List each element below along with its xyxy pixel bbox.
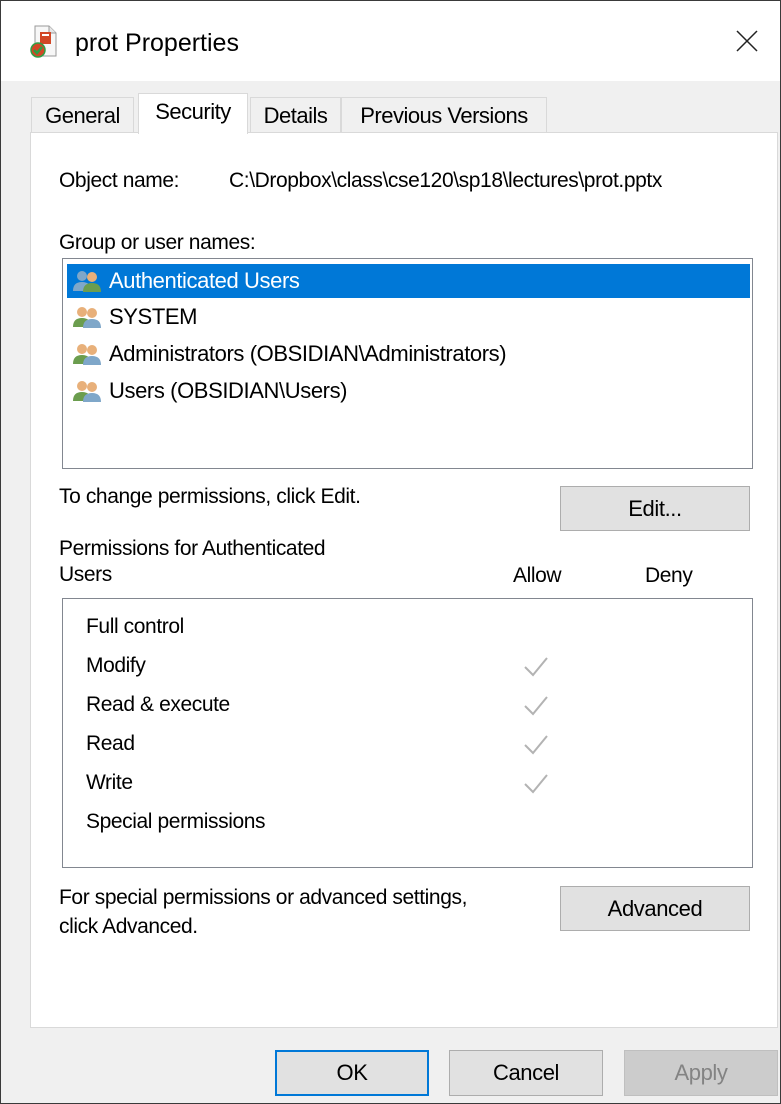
- user-list[interactable]: Authenticated Users SYSTEM Administrator…: [62, 258, 753, 469]
- permission-read-execute: Read & execute: [86, 693, 230, 716]
- permissions-header-line1: Permissions for Authenticated: [59, 537, 326, 560]
- permission-write: Write: [86, 771, 133, 794]
- tab-previous-versions[interactable]: Previous Versions: [341, 97, 547, 133]
- user-name: Administrators (OBSIDIAN\Administrators): [109, 341, 507, 366]
- pptx-file-icon: [30, 25, 57, 58]
- tab-details[interactable]: Details: [250, 97, 341, 133]
- tab-strip: General Security Details Previous Versio…: [31, 93, 780, 134]
- cancel-button[interactable]: Cancel: [449, 1050, 603, 1096]
- users-group-icon: [73, 344, 101, 365]
- apply-button[interactable]: Apply: [624, 1050, 778, 1096]
- permission-read: Read: [86, 732, 135, 755]
- ok-button[interactable]: OK: [275, 1050, 429, 1096]
- close-icon: [736, 30, 758, 52]
- allow-checkmark-icon: [524, 774, 548, 794]
- user-name: SYSTEM: [109, 304, 198, 329]
- permissions-header-line2: Users: [59, 563, 112, 586]
- advanced-hint: For special permissions or advanced sett…: [59, 883, 539, 941]
- permissions-header: Permissions for Authenticated Users: [59, 536, 399, 588]
- permission-special: Special permissions: [86, 810, 266, 833]
- allow-column-header: Allow: [513, 564, 562, 587]
- properties-window: prot Properties General Security Details…: [0, 0, 781, 1104]
- window-title: prot Properties: [75, 29, 239, 57]
- object-name-value: C:\Dropbox\class\cse120\sp18\lectures\pr…: [229, 169, 662, 192]
- list-item-authenticated-users[interactable]: Authenticated Users: [67, 264, 750, 298]
- permissions-list: Full control Modify Read & execute Read …: [62, 598, 753, 868]
- advanced-hint-line2: click Advanced.: [59, 915, 198, 938]
- advanced-button[interactable]: Advanced: [560, 886, 750, 931]
- allow-checkmark-icon: [524, 657, 548, 677]
- security-panel: Object name: C:\Dropbox\class\cse120\sp1…: [30, 132, 778, 1028]
- edit-button[interactable]: Edit...: [560, 486, 750, 531]
- users-group-icon: [73, 271, 101, 292]
- advanced-hint-line1: For special permissions or advanced sett…: [59, 886, 468, 909]
- allow-checkmark-icon: [524, 735, 548, 755]
- object-name-label: Object name:: [59, 169, 180, 192]
- deny-column-header: Deny: [645, 564, 693, 587]
- close-button[interactable]: [714, 1, 780, 81]
- group-names-label: Group or user names:: [59, 231, 256, 254]
- list-item-system[interactable]: SYSTEM: [71, 300, 197, 334]
- allow-checkmark-icon: [524, 696, 548, 716]
- list-item-administrators[interactable]: Administrators (OBSIDIAN\Administrators): [71, 337, 507, 371]
- tab-general[interactable]: General: [31, 97, 134, 133]
- users-group-icon: [73, 307, 101, 328]
- user-name: Authenticated Users: [109, 268, 300, 293]
- permission-modify: Modify: [86, 654, 146, 677]
- list-item-users[interactable]: Users (OBSIDIAN\Users): [71, 374, 348, 408]
- users-group-icon: [73, 381, 101, 402]
- tab-security[interactable]: Security: [138, 93, 248, 134]
- change-permissions-hint: To change permissions, click Edit.: [59, 485, 361, 508]
- permission-full-control: Full control: [86, 615, 184, 638]
- title-bar: prot Properties: [1, 1, 780, 81]
- user-name: Users (OBSIDIAN\Users): [109, 378, 348, 403]
